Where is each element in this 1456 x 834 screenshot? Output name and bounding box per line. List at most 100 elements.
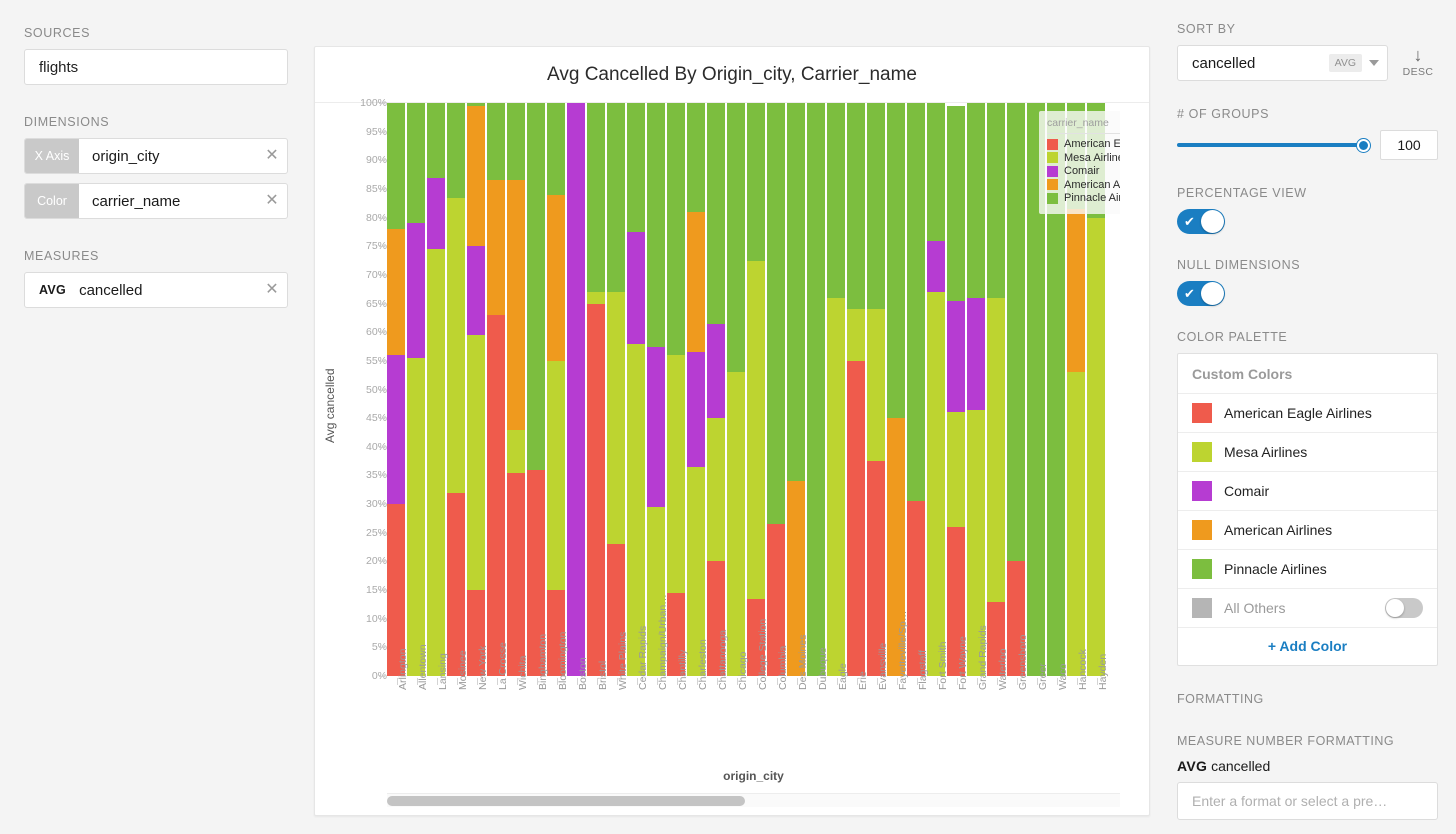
stacked-bar[interactable]: [847, 103, 865, 676]
bar-segment[interactable]: [827, 297, 845, 676]
bar-segment[interactable]: [947, 412, 965, 528]
bar-segment[interactable]: [427, 103, 445, 178]
bar-segment[interactable]: [947, 105, 965, 301]
bar-segment[interactable]: [727, 103, 745, 373]
legend-item[interactable]: Mesa Airlines: [1047, 152, 1120, 164]
null-dimensions-toggle[interactable]: ✔: [1177, 281, 1225, 306]
stacked-bar[interactable]: [807, 103, 825, 676]
color-swatch[interactable]: [1192, 559, 1212, 579]
bar-segment[interactable]: [687, 211, 705, 353]
bar-segment[interactable]: [507, 180, 525, 430]
stacked-bar[interactable]: [447, 103, 465, 676]
bar-segment[interactable]: [527, 103, 545, 470]
bar-segment[interactable]: [407, 223, 425, 358]
bar-segment[interactable]: [667, 103, 685, 356]
bar-segment[interactable]: [427, 177, 445, 250]
color-swatch[interactable]: [1192, 481, 1212, 501]
bar-segment[interactable]: [907, 103, 925, 502]
bar-segment[interactable]: [727, 372, 745, 676]
bar-segment[interactable]: [467, 246, 485, 336]
bar-segment[interactable]: [547, 194, 565, 361]
dimension-x-axis[interactable]: X Axis origin_city ✕: [24, 138, 288, 174]
bar-segment[interactable]: [847, 309, 865, 361]
bar-segment[interactable]: [747, 260, 765, 599]
bar-segment[interactable]: [787, 103, 805, 482]
bar-segment[interactable]: [707, 103, 725, 324]
stacked-bar[interactable]: [667, 103, 685, 676]
color-swatch[interactable]: [1192, 403, 1212, 423]
bar-segment[interactable]: [987, 297, 1005, 602]
bar-segment[interactable]: [627, 103, 645, 232]
palette-row[interactable]: Pinnacle Airlines: [1178, 549, 1437, 588]
bar-segment[interactable]: [487, 315, 505, 676]
stacked-bar[interactable]: [527, 103, 545, 676]
bar-segment[interactable]: [967, 103, 985, 298]
add-color-button[interactable]: + Add Color: [1178, 627, 1437, 665]
bar-segment[interactable]: [587, 103, 605, 293]
number-of-groups-slider[interactable]: [1177, 135, 1370, 155]
percentage-view-toggle[interactable]: ✔: [1177, 209, 1225, 234]
bar-segment[interactable]: [667, 355, 685, 593]
remove-x-axis-icon[interactable]: ✕: [257, 148, 287, 164]
stacked-bar[interactable]: [467, 103, 485, 676]
color-swatch[interactable]: [1192, 520, 1212, 540]
remove-measure-icon[interactable]: ✕: [257, 282, 287, 298]
bar-segment[interactable]: [507, 103, 525, 181]
bar-segment[interactable]: [1007, 103, 1025, 562]
bar-segment[interactable]: [607, 103, 625, 293]
stacked-bar[interactable]: [967, 103, 985, 676]
dimension-color[interactable]: Color carrier_name ✕: [24, 183, 288, 219]
bar-segment[interactable]: [687, 352, 705, 467]
palette-row[interactable]: Comair: [1178, 471, 1437, 510]
sort-by-select[interactable]: cancelled AVG: [1177, 45, 1388, 81]
bar-segment[interactable]: [927, 103, 945, 241]
legend-item[interactable]: American Airlines: [1047, 179, 1120, 191]
stacked-bar[interactable]: [987, 103, 1005, 676]
bar-segment[interactable]: [587, 303, 605, 676]
stacked-bar[interactable]: [767, 103, 785, 676]
stacked-bar[interactable]: [947, 103, 965, 676]
all-others-toggle[interactable]: [1385, 598, 1423, 618]
bar-segment[interactable]: [447, 492, 465, 676]
stacked-bar[interactable]: [727, 103, 745, 676]
bar-segment[interactable]: [407, 358, 425, 676]
bar-segment[interactable]: [647, 103, 665, 347]
stacked-bar[interactable]: [707, 103, 725, 676]
bar-segment[interactable]: [387, 355, 405, 505]
bar-segment[interactable]: [547, 360, 565, 591]
stacked-bar[interactable]: [907, 103, 925, 676]
stacked-bar[interactable]: [607, 103, 625, 676]
bar-segment[interactable]: [627, 231, 645, 344]
bar-segment[interactable]: [447, 197, 465, 493]
source-field-flights[interactable]: flights: [24, 49, 288, 85]
stacked-bar[interactable]: [687, 103, 705, 676]
bar-segment[interactable]: [687, 103, 705, 212]
slider-knob[interactable]: [1357, 139, 1370, 152]
bar-segment[interactable]: [707, 323, 725, 419]
bar-segment[interactable]: [447, 103, 465, 198]
palette-row[interactable]: Mesa Airlines: [1178, 432, 1437, 471]
bar-segment[interactable]: [827, 103, 845, 298]
bar-segment[interactable]: [947, 300, 965, 413]
bar-segment[interactable]: [587, 292, 605, 304]
sort-direction-button[interactable]: ↓ DESC: [1398, 45, 1438, 78]
remove-color-icon[interactable]: ✕: [257, 193, 287, 209]
bar-segment[interactable]: [387, 229, 405, 356]
bar-segment[interactable]: [567, 103, 585, 676]
chevron-down-icon[interactable]: [1369, 60, 1379, 66]
stacked-bar[interactable]: [387, 103, 405, 676]
bar-segment[interactable]: [407, 103, 425, 224]
stacked-bar[interactable]: [867, 103, 885, 676]
bar-segment[interactable]: [707, 418, 725, 562]
color-swatch[interactable]: [1192, 442, 1212, 462]
bar-segment[interactable]: [847, 103, 865, 310]
bar-segment[interactable]: [807, 103, 825, 676]
bar-segment[interactable]: [967, 297, 985, 410]
bar-segment[interactable]: [1067, 209, 1085, 373]
bar-segment[interactable]: [867, 309, 885, 462]
legend-item[interactable]: American Eagle Airlines: [1047, 138, 1120, 150]
palette-row[interactable]: American Eagle Airlines: [1178, 393, 1437, 432]
bar-segment[interactable]: [867, 103, 885, 310]
stacked-bar[interactable]: [1007, 103, 1025, 676]
number-of-groups-input[interactable]: 100: [1380, 130, 1438, 160]
